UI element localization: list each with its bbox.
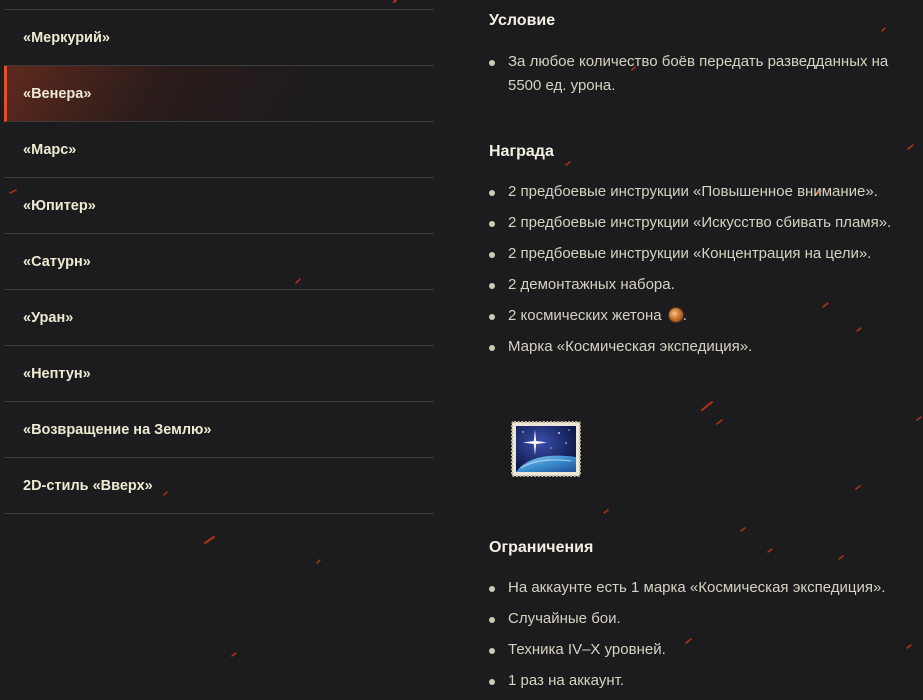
list-item: Техника IV–X уровней.	[489, 638, 923, 662]
condition-heading: Условие	[489, 12, 556, 29]
sidebar-item-saturn[interactable]: «Сатурн»	[4, 234, 434, 290]
sidebar-item-jupiter[interactable]: «Юпитер»	[4, 178, 434, 234]
sidebar-item-2d-style-up[interactable]: 2D-стиль «Вверх»	[4, 458, 434, 514]
list-item: На аккаунте есть 1 марка «Космическая эк…	[489, 576, 923, 600]
list-item: 1 раз на аккаунт.	[489, 669, 923, 693]
sidebar-nav: «Меркурий» «Венера» «Марс» «Юпитер» «Сат…	[4, 9, 434, 514]
reward-heading: Награда	[489, 143, 554, 160]
reward-list: 2 предбоевые инструкции «Повышенное вним…	[489, 180, 923, 366]
list-item: 2 предбоевые инструкции «Искусство сбива…	[489, 211, 923, 235]
restrictions-list: На аккаунте есть 1 марка «Космическая эк…	[489, 576, 923, 700]
space-expedition-stamp-icon	[511, 421, 581, 477]
restrictions-heading: Ограничения	[489, 539, 594, 556]
space-token-icon	[668, 308, 683, 322]
list-item: Случайные бои.	[489, 607, 923, 631]
sidebar-item-return-to-earth[interactable]: «Возвращение на Землю»	[4, 402, 434, 458]
sidebar-item-uranus[interactable]: «Уран»	[4, 290, 434, 346]
list-item: Марка «Космическая экспедиция».	[489, 335, 923, 359]
list-item: 2 предбоевые инструкции «Концентрация на…	[489, 242, 923, 266]
sidebar-item-venus[interactable]: «Венера»	[4, 66, 434, 122]
sidebar-item-mars[interactable]: «Марс»	[4, 122, 434, 178]
list-item: За любое количество боёв передать развед…	[489, 50, 923, 98]
sidebar-item-mercury[interactable]: «Меркурий»	[4, 10, 434, 66]
list-item: 2 предбоевые инструкции «Повышенное вним…	[489, 180, 923, 204]
list-item-text: 2 космических жетона	[508, 307, 662, 324]
condition-list: За любое количество боёв передать развед…	[489, 50, 923, 105]
list-item: 2 демонтажных набора.	[489, 273, 923, 297]
list-item-suffix: .	[682, 307, 687, 324]
list-item: 2 космических жетона .	[489, 304, 923, 328]
sidebar-item-neptune[interactable]: «Нептун»	[4, 346, 434, 402]
